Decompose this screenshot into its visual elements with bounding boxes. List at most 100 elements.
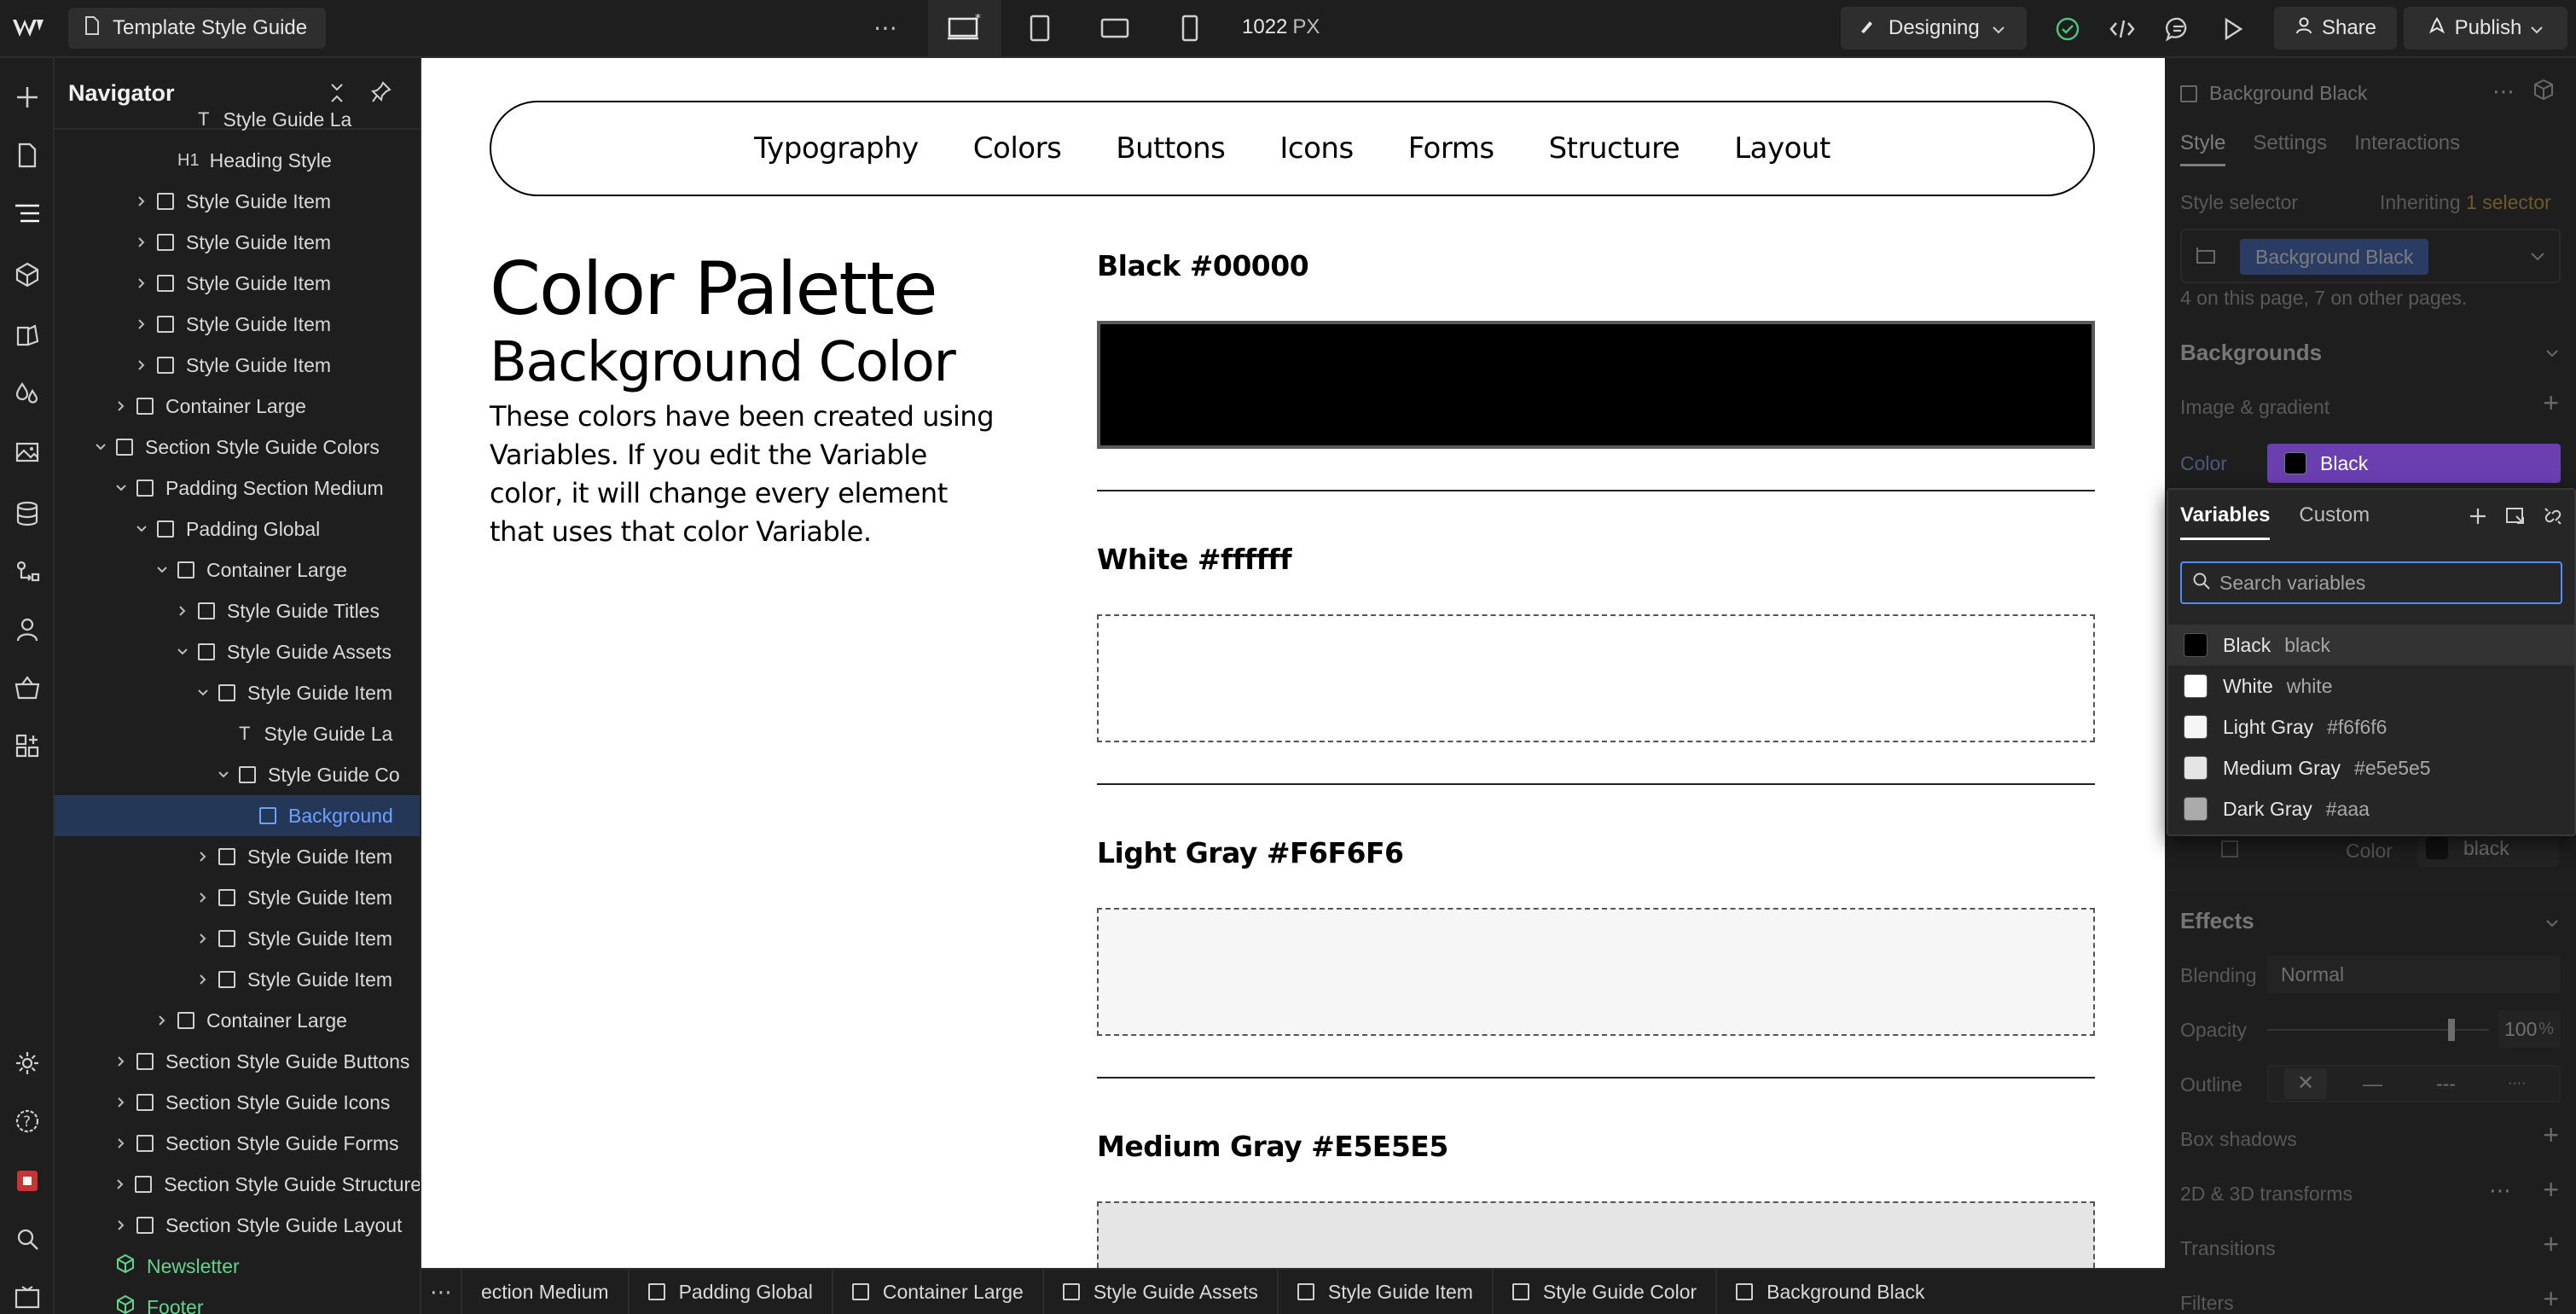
- chevron-right-icon[interactable]: [133, 275, 150, 292]
- open-variables-panel-icon[interactable]: [2504, 505, 2527, 532]
- tree-row[interactable]: Background: [55, 795, 420, 836]
- pages-icon[interactable]: [9, 137, 46, 174]
- page-title[interactable]: Color Palette: [490, 253, 938, 326]
- nav-link[interactable]: Buttons: [1116, 131, 1226, 166]
- breadcrumb-item[interactable]: Style Guide Assets: [1041, 1269, 1277, 1314]
- opacity-input[interactable]: 100%: [2498, 1010, 2561, 1048]
- logic-icon[interactable]: [9, 553, 46, 590]
- filters-label[interactable]: Filters: [2180, 1292, 2234, 1314]
- tree-row[interactable]: Style Guide Item: [55, 877, 420, 918]
- page-subtitle[interactable]: Background Color: [490, 335, 956, 390]
- add-image-gradient-icon[interactable]: +: [2543, 387, 2559, 419]
- add-elements-icon[interactable]: [9, 78, 46, 116]
- share-button[interactable]: Share: [2274, 7, 2397, 49]
- chevron-down-icon[interactable]: [215, 766, 232, 783]
- nav-link[interactable]: Layout: [1734, 131, 1830, 166]
- cms-database-icon[interactable]: [9, 495, 46, 532]
- transitions-label[interactable]: Transitions: [2180, 1237, 2276, 1260]
- variables-search[interactable]: [2180, 561, 2562, 604]
- tree-row[interactable]: Style Guide Co: [55, 754, 420, 795]
- chevron-down-icon[interactable]: [92, 439, 109, 456]
- tablet-breakpoint-icon[interactable]: [1003, 0, 1076, 56]
- chevron-right-icon[interactable]: [113, 1176, 128, 1193]
- variable-item[interactable]: White white: [2168, 666, 2574, 706]
- page-selector[interactable]: Template Style Guide: [68, 8, 327, 49]
- breadcrumb-more-icon[interactable]: ⋯: [421, 1279, 461, 1305]
- add-variable-icon[interactable]: [2467, 505, 2489, 532]
- chevron-right-icon[interactable]: [133, 234, 150, 251]
- chevron-right-icon[interactable]: [133, 357, 150, 374]
- tree-row[interactable]: Style Guide Item: [55, 836, 420, 877]
- chevron-right-icon[interactable]: [133, 316, 150, 333]
- tree-row[interactable]: Style Guide Item: [55, 304, 420, 345]
- tree-row[interactable]: Style Guide Titles: [55, 590, 420, 631]
- tree-row[interactable]: Section Style Guide Layout: [55, 1205, 420, 1246]
- record-icon[interactable]: [9, 1162, 46, 1200]
- backgrounds-section-title[interactable]: Backgrounds: [2180, 340, 2322, 366]
- bg-color-field[interactable]: Black: [2267, 444, 2561, 483]
- tree-row[interactable]: Style Guide Item: [55, 345, 420, 386]
- tab-style[interactable]: Style: [2180, 131, 2226, 166]
- tree-row[interactable]: Section Style Guide Buttons: [55, 1041, 420, 1082]
- swatch-label[interactable]: Black #00000: [1097, 249, 1309, 282]
- swatch-box[interactable]: [1097, 614, 2095, 742]
- chevron-right-icon[interactable]: [113, 398, 130, 415]
- add-filter-icon[interactable]: +: [2543, 1283, 2559, 1314]
- code-icon[interactable]: [2105, 12, 2139, 46]
- tree-row[interactable]: Container Large: [55, 386, 420, 427]
- box-shadows-label[interactable]: Box shadows: [2180, 1128, 2297, 1151]
- tree-row[interactable]: Section Style Guide Colors: [55, 427, 420, 468]
- chevron-right-icon[interactable]: [174, 602, 191, 619]
- swatch-box[interactable]: [1097, 1201, 2095, 1268]
- variable-item[interactable]: Dark Gray #aaa: [2168, 788, 2574, 829]
- swatch-label[interactable]: Light Gray #F6F6F6: [1097, 836, 1404, 869]
- chevron-right-icon[interactable]: [113, 1217, 130, 1234]
- outline-none-icon[interactable]: ✕: [2284, 1068, 2327, 1099]
- breadcrumb-item[interactable]: Background Black: [1715, 1269, 1943, 1314]
- outline-solid-icon[interactable]: —: [2363, 1068, 2382, 1099]
- tree-row[interactable]: Style Guide Item: [55, 918, 420, 959]
- nav-link[interactable]: Typography: [754, 131, 919, 166]
- chevron-right-icon[interactable]: [194, 848, 212, 865]
- swatch-box[interactable]: [1097, 908, 2095, 1036]
- more-options-icon[interactable]: ⋯: [873, 14, 898, 42]
- tree-row[interactable]: Section Style Guide Forms: [55, 1123, 420, 1164]
- transforms-more-icon[interactable]: ⋯: [2489, 1177, 2511, 1204]
- chevron-down-icon[interactable]: [2530, 251, 2545, 266]
- tab-interactions[interactable]: Interactions: [2354, 131, 2460, 166]
- mobile-landscape-breakpoint-icon[interactable]: [1078, 0, 1152, 56]
- mobile-portrait-breakpoint-icon[interactable]: [1153, 0, 1227, 56]
- element-more-icon[interactable]: ⋯: [2492, 78, 2515, 105]
- design-canvas[interactable]: Typography Colors Buttons Icons Forms Structu…: [421, 58, 2165, 1268]
- tab-settings[interactable]: Settings: [2253, 131, 2327, 166]
- tree-row[interactable]: Style Guide Item: [55, 959, 420, 1000]
- tree-row[interactable]: H1 Heading Style: [55, 140, 420, 181]
- nav-link[interactable]: Structure: [1549, 131, 1680, 166]
- swatch-box[interactable]: [1097, 321, 2095, 449]
- page-description[interactable]: These colors have been created using Var…: [490, 398, 1001, 551]
- selector-state-icon[interactable]: [2194, 246, 2218, 270]
- chevron-down-icon[interactable]: [2545, 910, 2559, 933]
- mode-selector[interactable]: Designing: [1841, 7, 2027, 49]
- variables-drops-icon[interactable]: [9, 375, 46, 413]
- chevron-down-icon[interactable]: [154, 561, 171, 579]
- tree-row[interactable]: Footer: [55, 1287, 420, 1314]
- chevron-down-icon[interactable]: [194, 684, 212, 701]
- tree-row[interactable]: Section Style Guide Structure: [55, 1164, 420, 1205]
- inheriting-info[interactable]: Inheriting 1 selector: [2380, 191, 2551, 214]
- breadcrumb-item[interactable]: Style Guide Item: [1276, 1269, 1492, 1314]
- settings-gear-icon[interactable]: [9, 1044, 46, 1082]
- webflow-logo-icon[interactable]: [0, 0, 56, 56]
- transforms-label[interactable]: 2D & 3D transforms: [2180, 1183, 2353, 1206]
- blending-select[interactable]: Normal: [2267, 956, 2561, 993]
- tree-row[interactable]: Container Large: [55, 1000, 420, 1041]
- variable-item[interactable]: Medium Gray #e5e5e5: [2168, 747, 2574, 788]
- canvas-width-readout[interactable]: 1022 PX: [1242, 15, 1320, 39]
- nav-link[interactable]: Icons: [1279, 131, 1354, 166]
- chevron-down-icon[interactable]: [2545, 340, 2559, 363]
- tree-row[interactable]: Padding Global: [55, 509, 420, 549]
- navigator-icon[interactable]: [9, 195, 46, 232]
- chevron-right-icon[interactable]: [133, 193, 150, 210]
- swatch-label[interactable]: Medium Gray #E5E5E5: [1097, 1130, 1448, 1163]
- tree-row[interactable]: Style Guide Item: [55, 222, 420, 263]
